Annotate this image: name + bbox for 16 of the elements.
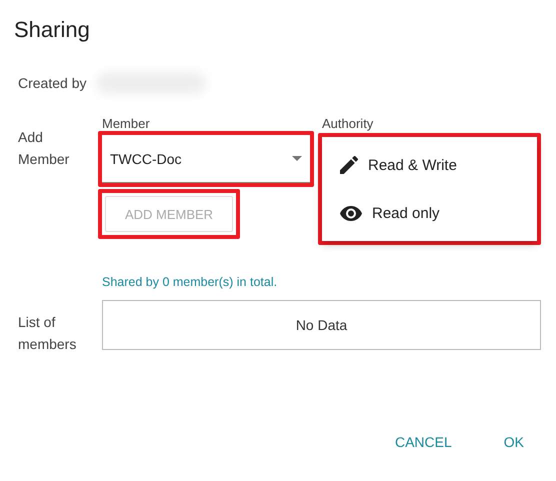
created-by-label: Created by (18, 74, 88, 93)
menu-item[interactable]: Read only (322, 189, 537, 237)
add-member-label: Add Member (18, 128, 70, 169)
members-list-label: List of members (18, 313, 78, 354)
empty-text: No Data (296, 317, 348, 333)
pencil-icon (340, 156, 358, 174)
menu-item[interactable]: Read & Write (322, 141, 537, 189)
eye-icon (340, 206, 362, 220)
authority-label: Authority (322, 117, 374, 131)
member-label: Member (102, 117, 151, 131)
dialog-button[interactable]: OK (490, 428, 538, 456)
dialog-title: Sharing (14, 17, 91, 43)
shared-summary: Shared by 0 member(s) in total. (102, 275, 278, 289)
caret-icon (292, 156, 302, 161)
member-select[interactable]: TWCC-Doc (102, 135, 310, 183)
dialog-button[interactable]: CANCEL (380, 428, 466, 456)
